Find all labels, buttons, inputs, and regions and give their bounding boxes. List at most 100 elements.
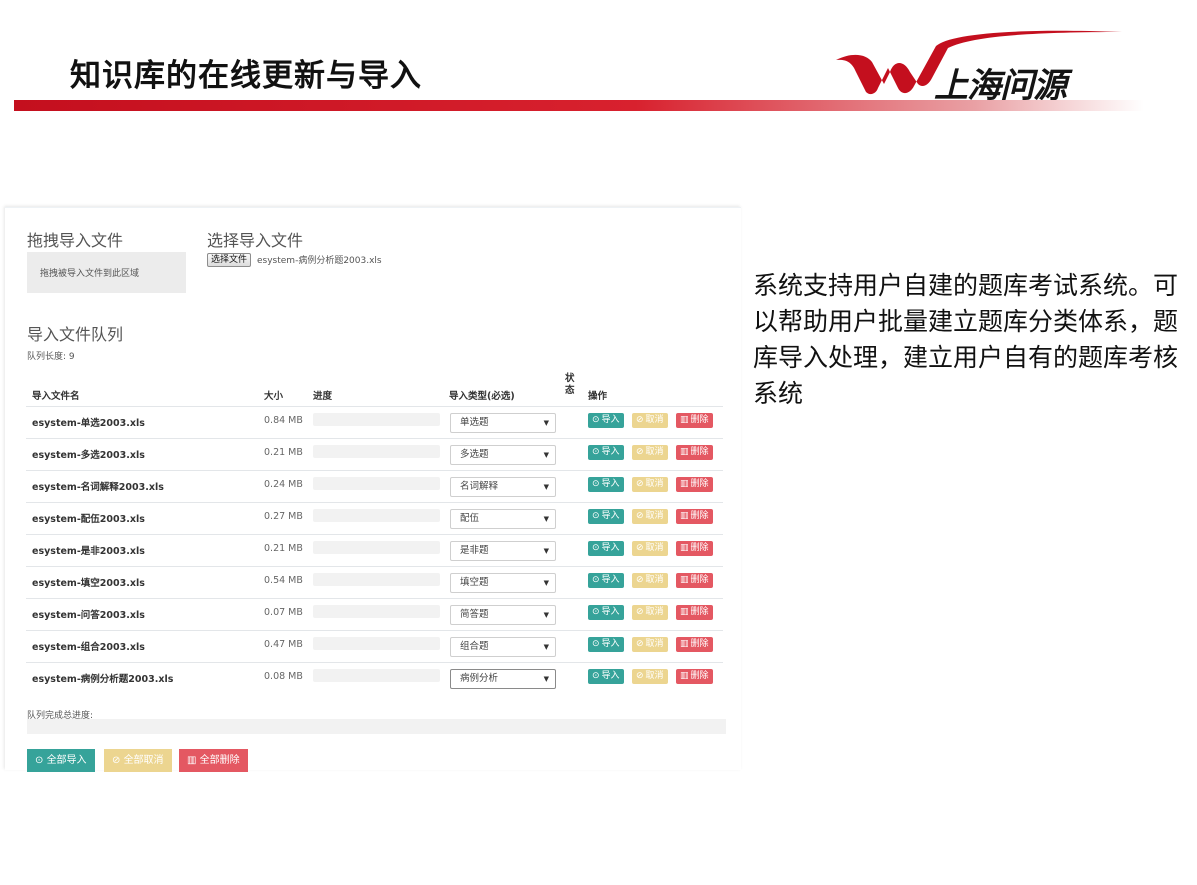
delete-button[interactable]: ▥ 删除 xyxy=(676,509,713,524)
cancel-button-label: 取消 xyxy=(645,447,664,457)
file-size-cell: 0.47 MB xyxy=(264,639,303,650)
delete-button[interactable]: ▥ 删除 xyxy=(676,541,713,556)
trash-icon: ▥ xyxy=(680,479,689,489)
delete-button-label: 删除 xyxy=(690,607,709,617)
upload-circle-icon: ⊙ xyxy=(592,479,600,489)
delete-all-button[interactable]: ▥ 全部删除 xyxy=(179,749,248,772)
delete-button-label: 删除 xyxy=(690,479,709,489)
col-header-size: 大小 xyxy=(264,391,284,402)
upload-circle-icon: ⊙ xyxy=(592,671,600,681)
col-header-type: 导入类型(必选) xyxy=(449,391,515,402)
import-button[interactable]: ⊙ 导入 xyxy=(588,509,624,524)
file-size-cell: 0.21 MB xyxy=(264,543,303,554)
file-progress-bar xyxy=(313,637,440,650)
cancel-button[interactable]: ⊘ 取消 xyxy=(632,509,668,524)
import-button-label: 导入 xyxy=(601,639,620,649)
import-button-label: 导入 xyxy=(601,671,620,681)
drag-import-heading: 拖拽导入文件 xyxy=(27,231,124,250)
trash-icon: ▥ xyxy=(187,755,200,766)
delete-button[interactable]: ▥ 删除 xyxy=(676,573,713,588)
import-button[interactable]: ⊙ 导入 xyxy=(588,573,624,588)
trash-icon: ▥ xyxy=(680,447,689,457)
import-button[interactable]: ⊙ 导入 xyxy=(588,541,624,556)
delete-button[interactable]: ▥ 删除 xyxy=(676,477,713,492)
cancel-button-label: 取消 xyxy=(645,607,664,617)
total-progress-bar xyxy=(27,719,726,734)
file-size-cell: 0.27 MB xyxy=(264,511,303,522)
import-type-value: 名词解释 xyxy=(460,481,499,492)
file-progress-bar xyxy=(313,541,440,554)
cancel-button[interactable]: ⊘ 取消 xyxy=(632,573,668,588)
file-progress-bar xyxy=(313,509,440,522)
cancel-button-label: 取消 xyxy=(645,511,664,521)
import-button-label: 导入 xyxy=(601,543,620,553)
ban-icon: ⊘ xyxy=(636,543,644,553)
import-type-value: 配伍 xyxy=(460,513,480,524)
caret-down-icon: ▼ xyxy=(543,451,549,459)
import-button[interactable]: ⊙ 导入 xyxy=(588,477,624,492)
cancel-button[interactable]: ⊘ 取消 xyxy=(632,477,668,492)
import-type-value: 是非题 xyxy=(460,545,489,556)
slide-title: 知识库的在线更新与导入 xyxy=(70,58,422,94)
import-type-select[interactable]: 简答题 ▼ xyxy=(450,605,556,625)
ban-icon: ⊘ xyxy=(636,639,644,649)
caret-down-icon: ▼ xyxy=(543,547,549,555)
import-type-select[interactable]: 名词解释 ▼ xyxy=(450,477,556,497)
choose-file-button[interactable]: 选择文件 xyxy=(207,253,252,267)
cancel-button-label: 取消 xyxy=(645,575,664,585)
delete-button-label: 删除 xyxy=(690,415,709,425)
import-type-value: 简答题 xyxy=(460,609,489,620)
import-button[interactable]: ⊙ 导入 xyxy=(588,413,624,428)
file-progress-bar xyxy=(313,573,440,586)
file-progress-bar xyxy=(313,669,440,682)
import-all-button[interactable]: ⊙ 全部导入 xyxy=(27,749,95,772)
delete-button[interactable]: ▥ 删除 xyxy=(676,669,713,684)
delete-all-label: 全部删除 xyxy=(199,755,240,766)
delete-button[interactable]: ▥ 删除 xyxy=(676,413,713,428)
delete-button[interactable]: ▥ 删除 xyxy=(676,445,713,460)
ban-icon: ⊘ xyxy=(636,575,644,585)
chosen-file-name: esystem-病例分析题2003.xls xyxy=(257,256,382,266)
caret-down-icon: ▼ xyxy=(543,483,549,491)
select-import-heading: 选择导入文件 xyxy=(207,231,304,250)
cancel-all-button[interactable]: ⊘ 全部取消 xyxy=(104,749,172,772)
import-type-select[interactable]: 填空题 ▼ xyxy=(450,573,556,593)
cancel-all-label: 全部取消 xyxy=(123,755,164,766)
table-row: esystem-填空2003.xls 0.54 MB 填空题 ▼ ⊙ 导入 ⊘ 取消 … xyxy=(26,566,723,598)
file-name-cell: esystem-配伍2003.xls xyxy=(32,514,145,525)
file-size-cell: 0.24 MB xyxy=(264,479,303,490)
import-button[interactable]: ⊙ 导入 xyxy=(588,669,624,684)
import-type-select[interactable]: 病例分析 ▼ xyxy=(450,669,556,689)
import-button[interactable]: ⊙ 导入 xyxy=(588,445,624,460)
cancel-button[interactable]: ⊘ 取消 xyxy=(632,669,668,684)
cancel-button[interactable]: ⊘ 取消 xyxy=(632,413,668,428)
cancel-button[interactable]: ⊘ 取消 xyxy=(632,541,668,556)
import-type-select[interactable]: 是非题 ▼ xyxy=(450,541,556,561)
import-type-select[interactable]: 组合题 ▼ xyxy=(450,637,556,657)
delete-button-label: 删除 xyxy=(690,575,709,585)
file-progress-bar xyxy=(313,605,440,618)
file-size-cell: 0.07 MB xyxy=(264,607,303,618)
file-name-cell: esystem-问答2003.xls xyxy=(32,610,145,621)
import-type-select[interactable]: 多选题 ▼ xyxy=(450,445,556,465)
cancel-button[interactable]: ⊘ 取消 xyxy=(632,605,668,620)
caret-down-icon: ▼ xyxy=(543,675,549,683)
import-type-select[interactable]: 配伍 ▼ xyxy=(450,509,556,529)
ban-icon: ⊘ xyxy=(636,671,644,681)
caret-down-icon: ▼ xyxy=(543,515,549,523)
slide-description: 系统支持用户自建的题库考试系统。可以帮助用户批量建立题库分类体系，题库导入处理，… xyxy=(753,271,1179,408)
import-button[interactable]: ⊙ 导入 xyxy=(588,637,624,652)
file-size-cell: 0.08 MB xyxy=(264,671,303,682)
delete-button[interactable]: ▥ 删除 xyxy=(676,605,713,620)
drop-zone[interactable]: 拖拽被导入文件到此区域 xyxy=(27,252,186,293)
cancel-button[interactable]: ⊘ 取消 xyxy=(632,445,668,460)
import-type-select[interactable]: 单选题 ▼ xyxy=(450,413,556,433)
import-button[interactable]: ⊙ 导入 xyxy=(588,605,624,620)
cancel-button[interactable]: ⊘ 取消 xyxy=(632,637,668,652)
import-button-label: 导入 xyxy=(601,575,620,585)
import-type-value: 组合题 xyxy=(460,641,489,652)
ban-icon: ⊘ xyxy=(636,607,644,617)
col-header-name: 导入文件名 xyxy=(32,391,80,402)
import-button-label: 导入 xyxy=(601,447,620,457)
delete-button[interactable]: ▥ 删除 xyxy=(676,637,713,652)
